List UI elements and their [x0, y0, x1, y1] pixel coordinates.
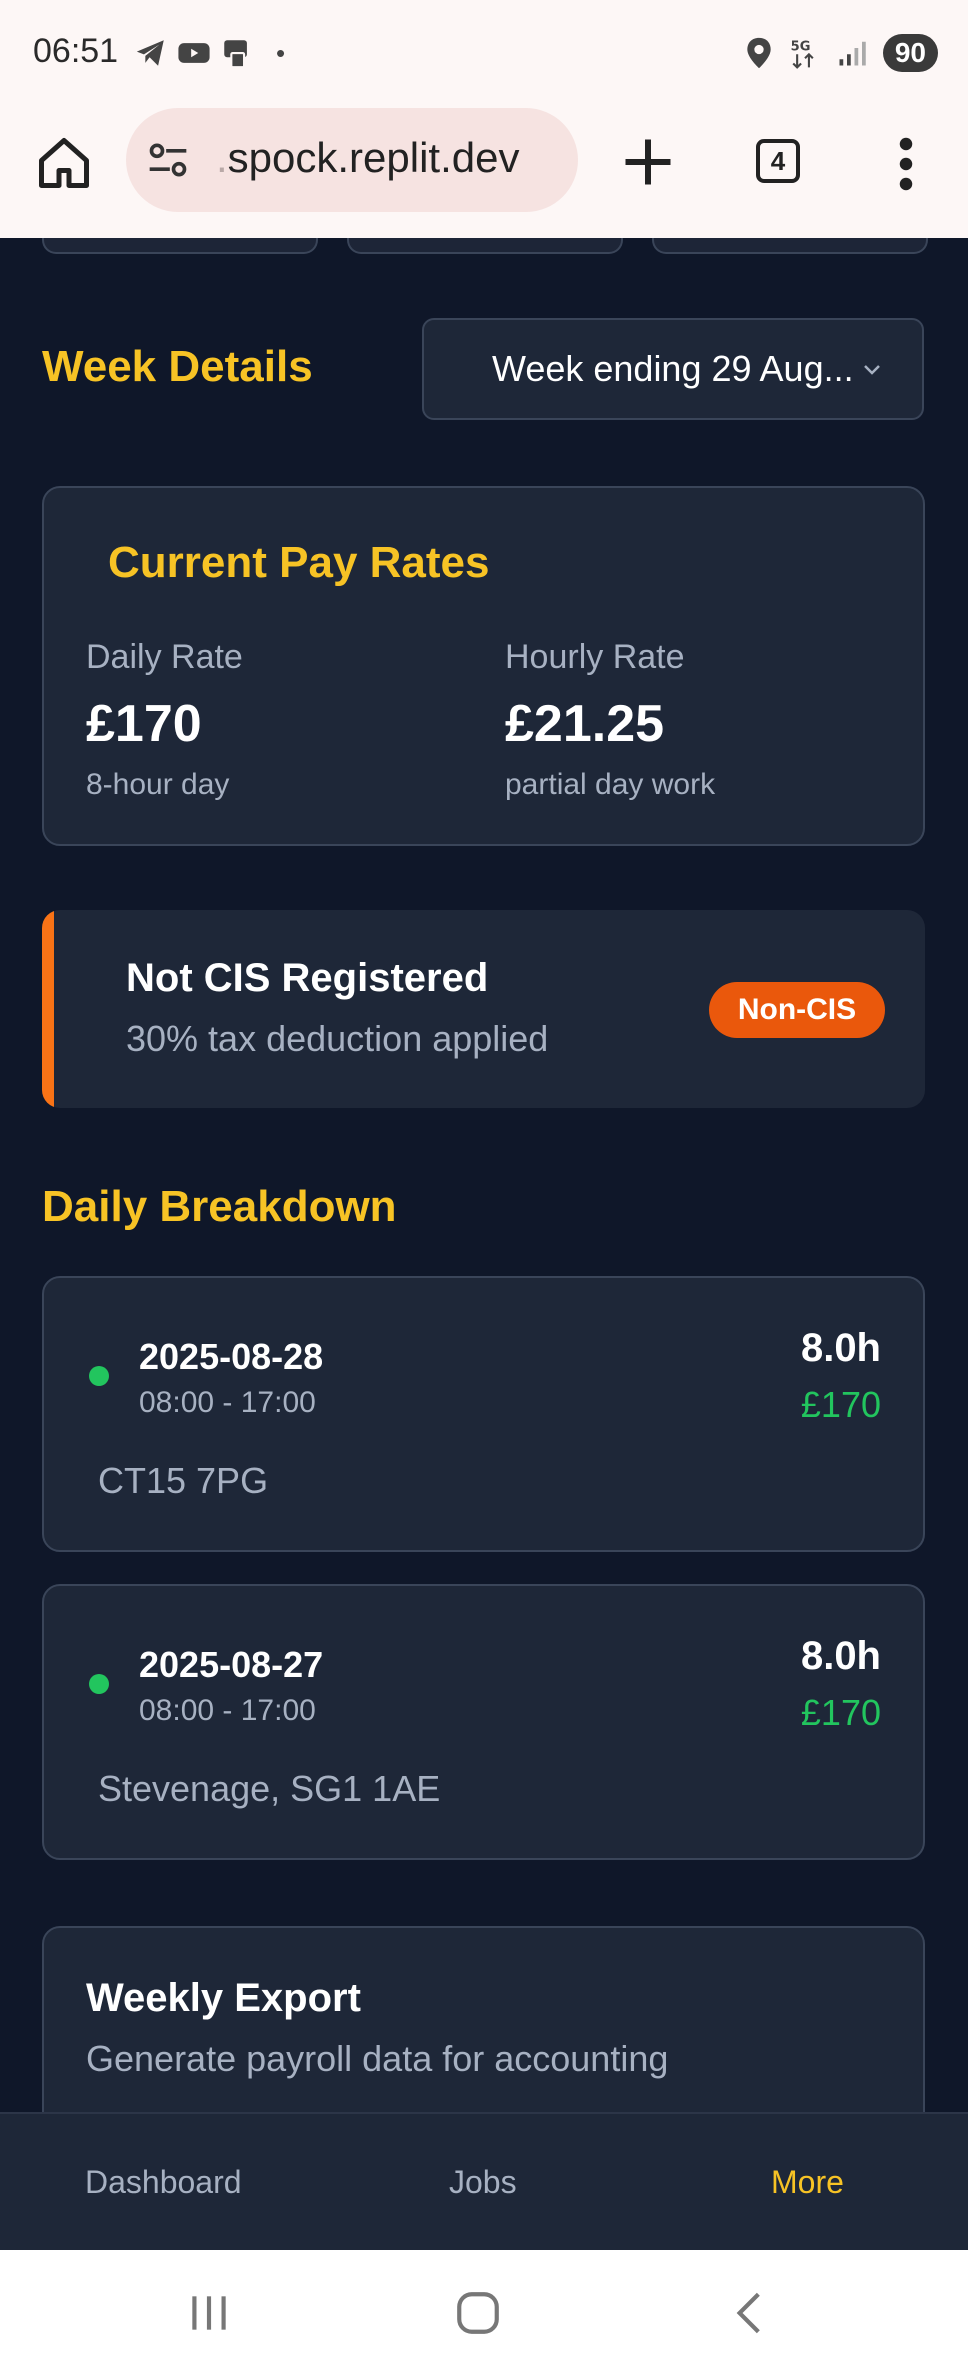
app-icon [224, 40, 247, 69]
5g-icon: 5G [790, 39, 814, 69]
system-navigation-bar [0, 2250, 968, 2376]
battery-indicator: 90 [882, 34, 938, 72]
nav-jobs[interactable]: Jobs [449, 2164, 517, 2201]
week-select[interactable]: Week ending 29 Aug... [422, 318, 924, 420]
status-icons-right: 5G 90 [745, 34, 938, 72]
day-date: 2025-08-27 [139, 1644, 324, 1685]
day-pay: £170 [800, 1384, 881, 1425]
day-pay: £170 [800, 1692, 881, 1733]
telegram-icon [136, 40, 164, 66]
day-time: 08:00 - 17:00 [139, 1694, 316, 1727]
chevron-down-icon [864, 365, 880, 375]
hourly-rate-label: Hourly Rate [505, 638, 685, 676]
nav-dashboard[interactable]: Dashboard [85, 2164, 242, 2201]
back-icon[interactable] [725, 2288, 775, 2338]
status-dot: • [276, 37, 286, 68]
day-location: Stevenage, SG1 1AE [98, 1768, 441, 1809]
week-details-title: Week Details [42, 342, 313, 391]
day-time: 08:00 - 17:00 [139, 1386, 316, 1419]
hourly-rate-value: £21.25 [505, 695, 665, 753]
bottom-navigation: Dashboard Jobs More [0, 2112, 968, 2252]
pay-rates-title: Current Pay Rates [108, 538, 490, 587]
svg-text:5G: 5G [790, 39, 810, 54]
cis-badge: Non-CIS [709, 982, 885, 1038]
cis-subtitle: 30% tax deduction applied [126, 1018, 549, 1059]
cis-accent-bar [42, 910, 54, 1108]
new-tab-icon[interactable] [618, 132, 678, 192]
summary-card-stub [652, 238, 928, 254]
url-host: spock.replit.dev [227, 134, 520, 181]
weekly-export-card: Weekly Export Generate payroll data for … [42, 1926, 925, 2112]
status-icons-left: • [134, 36, 285, 70]
week-select-value: Week ending 29 Aug... [492, 348, 854, 389]
status-bar: 06:51 • 5G 90 [0, 0, 968, 108]
address-bar[interactable]: .spock.replit.dev [126, 108, 578, 212]
day-entry-card[interactable]: 2025-08-28 08:00 - 17:00 8.0h £170 CT15 … [42, 1276, 925, 1552]
nav-more[interactable]: More [771, 2164, 844, 2201]
day-location: CT15 7PG [98, 1460, 269, 1501]
daily-breakdown-title: Daily Breakdown [42, 1182, 397, 1231]
url-overflow: . [216, 134, 228, 181]
day-hours: 8.0h [800, 1634, 881, 1678]
tab-switcher-button[interactable]: 4 [756, 139, 800, 183]
url-text: .spock.replit.dev [216, 134, 519, 182]
site-settings-icon[interactable] [146, 138, 190, 182]
home-nav-icon[interactable] [453, 2288, 503, 2338]
youtube-icon [178, 43, 210, 63]
signal-icon [839, 41, 866, 66]
daily-rate-value: £170 [86, 695, 202, 753]
daily-rate-label: Daily Rate [86, 638, 243, 676]
summary-card-stub [42, 238, 318, 254]
weekly-export-subtitle: Generate payroll data for accounting [86, 2038, 669, 2079]
status-dot [89, 1674, 109, 1694]
status-dot [89, 1366, 109, 1386]
cis-title: Not CIS Registered [126, 956, 489, 1000]
hourly-rate-note: partial day work [505, 768, 716, 801]
pay-rates-card: Current Pay Rates Daily Rate £170 8-hour… [42, 486, 925, 846]
home-icon[interactable] [34, 133, 94, 193]
daily-rate-note: 8-hour day [86, 768, 230, 801]
location-icon [747, 37, 771, 69]
more-menu-icon[interactable] [886, 134, 926, 194]
day-entry-card[interactable]: 2025-08-27 08:00 - 17:00 8.0h £170 Steve… [42, 1584, 925, 1860]
cis-status-card: Not CIS Registered 30% tax deduction app… [42, 910, 925, 1108]
summary-card-stub [347, 238, 623, 254]
main-content: Week Details Week ending 29 Aug... Curre… [0, 238, 968, 2112]
browser-toolbar: .spock.replit.dev 4 [0, 108, 968, 238]
status-time: 06:51 [33, 32, 119, 70]
weekly-export-title: Weekly Export [86, 1976, 361, 2020]
day-hours: 8.0h [800, 1326, 881, 1370]
recent-apps-icon[interactable] [184, 2288, 234, 2338]
day-date: 2025-08-28 [139, 1336, 324, 1377]
